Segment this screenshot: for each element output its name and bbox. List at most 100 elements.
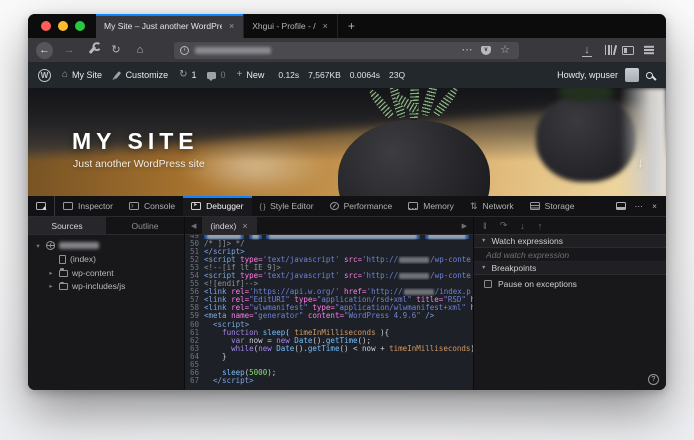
tree-item-domain[interactable]: ▾ xyxy=(28,239,184,253)
source-tree: ▾ (index) ▸ wp-content ▸ wp-includes/js xyxy=(28,235,184,293)
devtools-tab-inspector[interactable]: Inspector xyxy=(55,196,121,216)
tab-outline[interactable]: Outline xyxy=(106,217,184,234)
scroll-tabs-left-icon[interactable]: ◀ xyxy=(185,217,202,234)
devtools-tab-network[interactable]: ⇅ Network xyxy=(462,196,522,216)
console-icon xyxy=(128,201,139,210)
downloads-icon[interactable]: ↓ xyxy=(579,42,595,58)
line-content xyxy=(204,361,473,369)
update-icon: ↻ xyxy=(179,69,188,80)
pause-on-exceptions-checkbox[interactable] xyxy=(484,280,492,288)
selected-redacted xyxy=(424,235,469,239)
customize-label: Customize xyxy=(125,70,169,80)
line-content: <![endif]--> xyxy=(204,280,259,289)
breakpoints-label: Breakpoints xyxy=(491,263,537,273)
forward-button[interactable]: → xyxy=(61,42,77,58)
code-line: 52 <script type='text/javascript' src='ht… xyxy=(185,255,473,264)
bookmark-star-icon[interactable]: ☆ xyxy=(497,42,513,58)
menu-icon[interactable] xyxy=(644,49,654,51)
pick-element-button[interactable] xyxy=(28,196,55,216)
line-number[interactable]: 67 xyxy=(185,377,204,385)
page-actions-icon[interactable]: ⋯ xyxy=(459,42,475,58)
new-label: New xyxy=(246,70,265,80)
line-content: </script> xyxy=(204,247,245,256)
close-window-button[interactable] xyxy=(41,21,51,31)
code-editor[interactable]: 49 50/* ]]> */51 </script> 52 <script type=… xyxy=(185,235,473,390)
scroll-tabs-right-icon[interactable]: ▶ xyxy=(456,217,473,234)
add-watch-expression-input[interactable]: Add watch expression xyxy=(474,248,666,262)
adminbar-updates[interactable]: ↻ 1 xyxy=(179,69,196,81)
adminbar-new[interactable]: + New xyxy=(236,69,265,81)
plus-icon: + xyxy=(236,69,243,80)
adminbar-comments[interactable]: 0 xyxy=(207,70,226,81)
line-content: </script> xyxy=(213,377,254,386)
debugger-icon xyxy=(191,201,202,210)
devtools-tab-label: Console xyxy=(143,201,176,211)
tab-close-icon[interactable]: × xyxy=(228,21,235,31)
sidebar-icon[interactable] xyxy=(622,45,634,55)
watch-expressions-header[interactable]: ▼ Watch expressions xyxy=(474,235,666,248)
tree-item-(index)[interactable]: (index) xyxy=(28,253,184,267)
comments-count: 0 xyxy=(220,70,226,80)
tree-item-label: wp-content xyxy=(72,267,114,278)
minimize-window-button[interactable] xyxy=(58,21,68,31)
source-tab-index[interactable]: (index) × xyxy=(202,217,257,234)
howdy-label[interactable]: Howdy, wpuser xyxy=(557,70,618,80)
site-info-icon[interactable]: i xyxy=(180,45,189,55)
library-icon[interactable] xyxy=(605,45,612,55)
search-icon[interactable] xyxy=(646,71,653,79)
line-content: /* ]]> */ xyxy=(204,239,245,248)
line-content: <link rel="wlwmanifest" type="applicatio… xyxy=(204,304,473,313)
folder-icon xyxy=(59,281,68,291)
window-titlebar: My Site – Just another WordPress s × Xhg… xyxy=(28,14,666,38)
code-line: 62 var now = new Date().getTime(); xyxy=(185,336,473,345)
avatar[interactable] xyxy=(625,68,639,82)
step-over-icon[interactable]: ↷ xyxy=(500,220,508,231)
dock-icon[interactable] xyxy=(615,202,626,210)
pause-on-exceptions-row[interactable]: Pause on exceptions xyxy=(474,275,666,293)
devtools-tab-debugger[interactable]: Debugger xyxy=(183,196,252,216)
devtools-tab-label: Debugger xyxy=(206,201,244,211)
home-button[interactable]: ⌂ xyxy=(132,42,148,58)
devtools-tab-style-editor[interactable]: { } Style Editor xyxy=(252,196,322,216)
scroll-down-arrow-icon[interactable]: ↓ xyxy=(637,154,644,170)
browser-tab-xhgui[interactable]: Xhgui - Profile - / × xyxy=(244,14,338,38)
wordpress-logo-icon[interactable]: W xyxy=(38,68,51,82)
tree-item-wp-includes/js[interactable]: ▸ wp-includes/js xyxy=(28,280,184,294)
wrench-icon[interactable] xyxy=(88,46,97,54)
code-line: 65 xyxy=(185,360,473,369)
devtools-tab-label: Storage xyxy=(544,201,575,211)
chevron-right-icon: ▸ xyxy=(49,283,53,291)
devtools-meatball-menu-icon[interactable]: ⋯ xyxy=(635,201,644,212)
reload-button[interactable]: ↻ xyxy=(108,42,124,58)
devtools-tab-storage[interactable]: Storage xyxy=(522,196,583,216)
code-line: 63 while(new Date().getTime() < now + ti… xyxy=(185,344,473,353)
devtools-tab-performance[interactable]: Performance xyxy=(322,196,401,216)
source-tab-label: (index) xyxy=(210,220,237,231)
back-button[interactable]: ← xyxy=(36,41,53,59)
tree-item-label: wp-includes/js xyxy=(72,281,126,292)
new-tab-button[interactable]: + xyxy=(338,14,365,38)
browser-tab-my-site[interactable]: My Site – Just another WordPress s × xyxy=(96,14,245,38)
adminbar-site-name[interactable]: ⌂ My Site xyxy=(62,70,102,81)
step-out-icon[interactable]: ↑ xyxy=(538,221,543,231)
adminbar-customize[interactable]: Customize xyxy=(113,70,168,80)
source-tab-close-icon[interactable]: × xyxy=(241,221,248,231)
pause-icon[interactable]: ‖ xyxy=(483,221,487,231)
pocket-icon[interactable]: ∨ xyxy=(481,45,491,55)
help-icon[interactable]: ? xyxy=(648,374,659,385)
step-in-icon[interactable]: ↓ xyxy=(520,221,525,231)
code-line: 61 function sleep( timeInMilliseconds ){ xyxy=(185,328,473,337)
adminbar-right: Howdy, wpuser xyxy=(557,68,656,82)
tab-sources[interactable]: Sources xyxy=(28,217,106,234)
zoom-window-button[interactable] xyxy=(75,21,85,31)
address-bar[interactable]: i ⋯ ∨ ☆ xyxy=(174,41,519,59)
devtools-tab-memory[interactable]: Memory xyxy=(400,196,462,216)
tab-close-icon[interactable]: × xyxy=(322,21,329,31)
devtools-close-icon[interactable]: × xyxy=(652,201,657,211)
site-title[interactable]: MY SITE xyxy=(72,128,199,155)
chevron-right-icon: ▸ xyxy=(49,269,53,277)
breakpoints-header[interactable]: ▼ Breakpoints xyxy=(474,262,666,275)
devtools-tab-console[interactable]: Console xyxy=(121,196,183,216)
tree-item-wp-content[interactable]: ▸ wp-content xyxy=(28,266,184,280)
profiler-stat: 0.0064s xyxy=(349,70,381,80)
